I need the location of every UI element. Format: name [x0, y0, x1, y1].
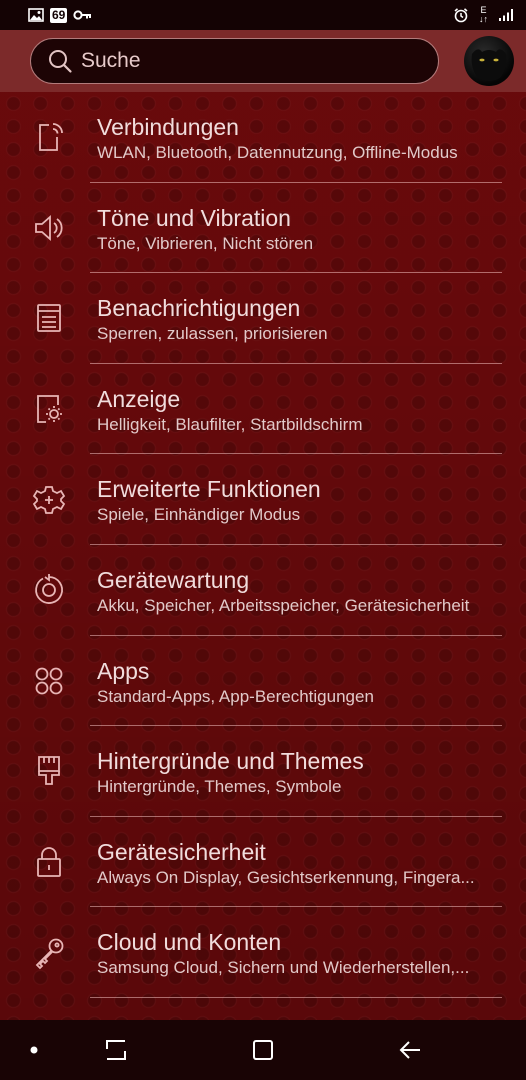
settings-item-apps[interactable]: Apps Standard-Apps, App-Berechtigungen: [0, 636, 526, 727]
recents-icon[interactable]: [86, 1020, 146, 1080]
settings-item-hintergruende-und-themes[interactable]: Hintergründe und Themes Hintergründe, Th…: [0, 726, 526, 817]
device-care-icon: [30, 571, 68, 609]
image-icon: [28, 8, 44, 22]
settings-item-title: Töne und Vibration: [97, 204, 291, 231]
settings-item-verbindungen[interactable]: Verbindungen WLAN, Bluetooth, Datennutzu…: [0, 92, 526, 183]
search-input[interactable]: Suche: [30, 38, 439, 84]
settings-item-geraetewartung[interactable]: Gerätewartung Akku, Speicher, Arbeitsspe…: [0, 545, 526, 636]
settings-item-cloud-und-konten[interactable]: Cloud und Konten Samsung Cloud, Sichern …: [0, 907, 526, 998]
signal-icon: [498, 8, 514, 22]
notifications-icon: [30, 299, 68, 337]
network-activity-label: ↓↑: [479, 14, 488, 24]
settings-item-subtitle: Akku, Speicher, Arbeitsspeicher, Gerätes…: [97, 595, 470, 615]
key-icon: [30, 934, 68, 972]
settings-item-title: Gerätesicherheit: [97, 838, 266, 865]
display-brightness-icon: [30, 390, 68, 428]
battery-icon: 69: [50, 7, 68, 23]
settings-item-title: Gerätewartung: [97, 566, 250, 593]
settings-list: Verbindungen WLAN, Bluetooth, Datennutzu…: [0, 92, 526, 998]
key-icon: [73, 9, 93, 21]
settings-item-subtitle: Standard-Apps, App-Berechtigungen: [97, 686, 374, 706]
speaker-icon: [30, 209, 68, 247]
settings-item-title: Hintergründe und Themes: [97, 748, 364, 775]
settings-item-subtitle: Helligkeit, Blaufilter, Startbildschirm: [97, 414, 363, 434]
settings-item-subtitle: Hintergründe, Themes, Symbole: [97, 777, 342, 797]
settings-item-geraetesicherheit[interactable]: Gerätesicherheit Always On Display, Gesi…: [0, 817, 526, 908]
panther-image: [471, 49, 507, 81]
avatar[interactable]: [464, 36, 514, 86]
back-icon[interactable]: [380, 1020, 440, 1080]
network-icon: E ↓↑: [479, 6, 488, 24]
settings-item-title: Verbindungen: [97, 114, 239, 140]
settings-item-anzeige[interactable]: Anzeige Helligkeit, Blaufilter, Startbil…: [0, 364, 526, 455]
navigation-bar: [0, 1020, 526, 1080]
lock-icon: [30, 843, 68, 881]
nav-dot-icon[interactable]: [4, 1020, 64, 1080]
settings-item-title: Erweiterte Funktionen: [97, 476, 321, 503]
home-icon[interactable]: [233, 1020, 293, 1080]
settings-item-title: Anzeige: [97, 385, 181, 412]
search-icon: [47, 48, 73, 74]
settings-item-toene-und-vibration[interactable]: Töne und Vibration Töne, Vibrieren, Nich…: [0, 183, 526, 274]
settings-item-subtitle: Always On Display, Gesichtserkennung, Fi…: [97, 867, 475, 887]
status-bar: 69 E ↓↑: [0, 0, 526, 30]
settings-item-title: Apps: [97, 657, 150, 684]
settings-item-erweiterte-funktionen[interactable]: Erweiterte Funktionen Spiele, Einhändige…: [0, 454, 526, 545]
settings-item-title: Benachrichtigungen: [97, 295, 301, 322]
settings-item-title: Cloud und Konten: [97, 929, 282, 956]
settings-item-subtitle: Sperren, zulassen, priorisieren: [97, 324, 328, 344]
gear-plus-icon: [30, 481, 68, 519]
divider: [90, 996, 502, 998]
settings-item-subtitle: Töne, Vibrieren, Nicht stören: [97, 233, 314, 253]
paintbrush-icon: [30, 752, 68, 790]
search-placeholder: Suche: [81, 49, 141, 72]
settings-item-subtitle: Samsung Cloud, Sichern und Wiederherstel…: [97, 958, 470, 978]
settings-item-subtitle: WLAN, Bluetooth, Datennutzung, Offline-M…: [97, 143, 458, 162]
alarm-icon: [453, 7, 469, 23]
settings-item-benachrichtigungen[interactable]: Benachrichtigungen Sperren, zulassen, pr…: [0, 273, 526, 364]
settings-item-subtitle: Spiele, Einhändiger Modus: [97, 505, 301, 525]
apps-grid-icon: [30, 662, 68, 700]
connections-icon: [30, 118, 68, 156]
header: Suche: [0, 30, 526, 92]
